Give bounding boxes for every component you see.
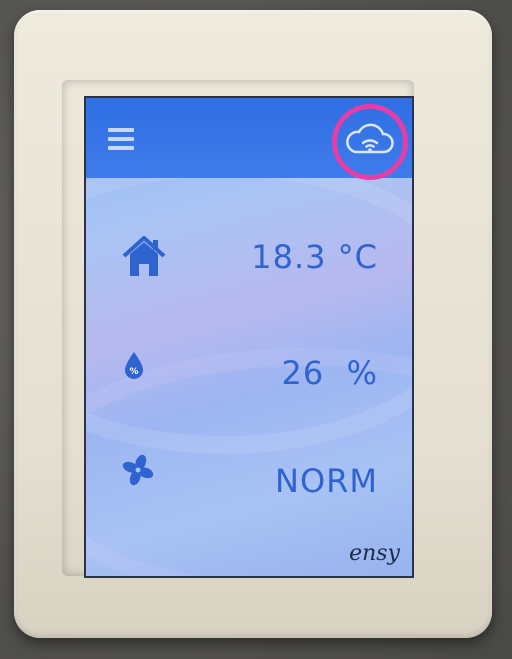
touch-screen: 18.3 °C % 26 % NORM ensy xyxy=(84,96,414,578)
top-bar xyxy=(86,98,412,180)
cloud-wifi-icon xyxy=(346,123,394,154)
humidity-drop-icon: % xyxy=(125,352,143,379)
fan-icon xyxy=(122,454,154,486)
brand-logo: ensy xyxy=(349,541,400,566)
hamburger-menu-icon xyxy=(108,137,134,141)
menu-button[interactable] xyxy=(108,128,134,152)
hamburger-menu-icon xyxy=(108,128,134,132)
hamburger-menu-icon xyxy=(108,146,134,150)
cloud-connection-button[interactable] xyxy=(332,104,410,182)
fan-mode-value: NORM xyxy=(275,462,378,500)
svg-text:%: % xyxy=(129,367,138,377)
humidity-value: 26 % xyxy=(281,354,378,392)
house-icon xyxy=(122,236,166,276)
temperature-value: 18.3 °C xyxy=(251,238,378,276)
